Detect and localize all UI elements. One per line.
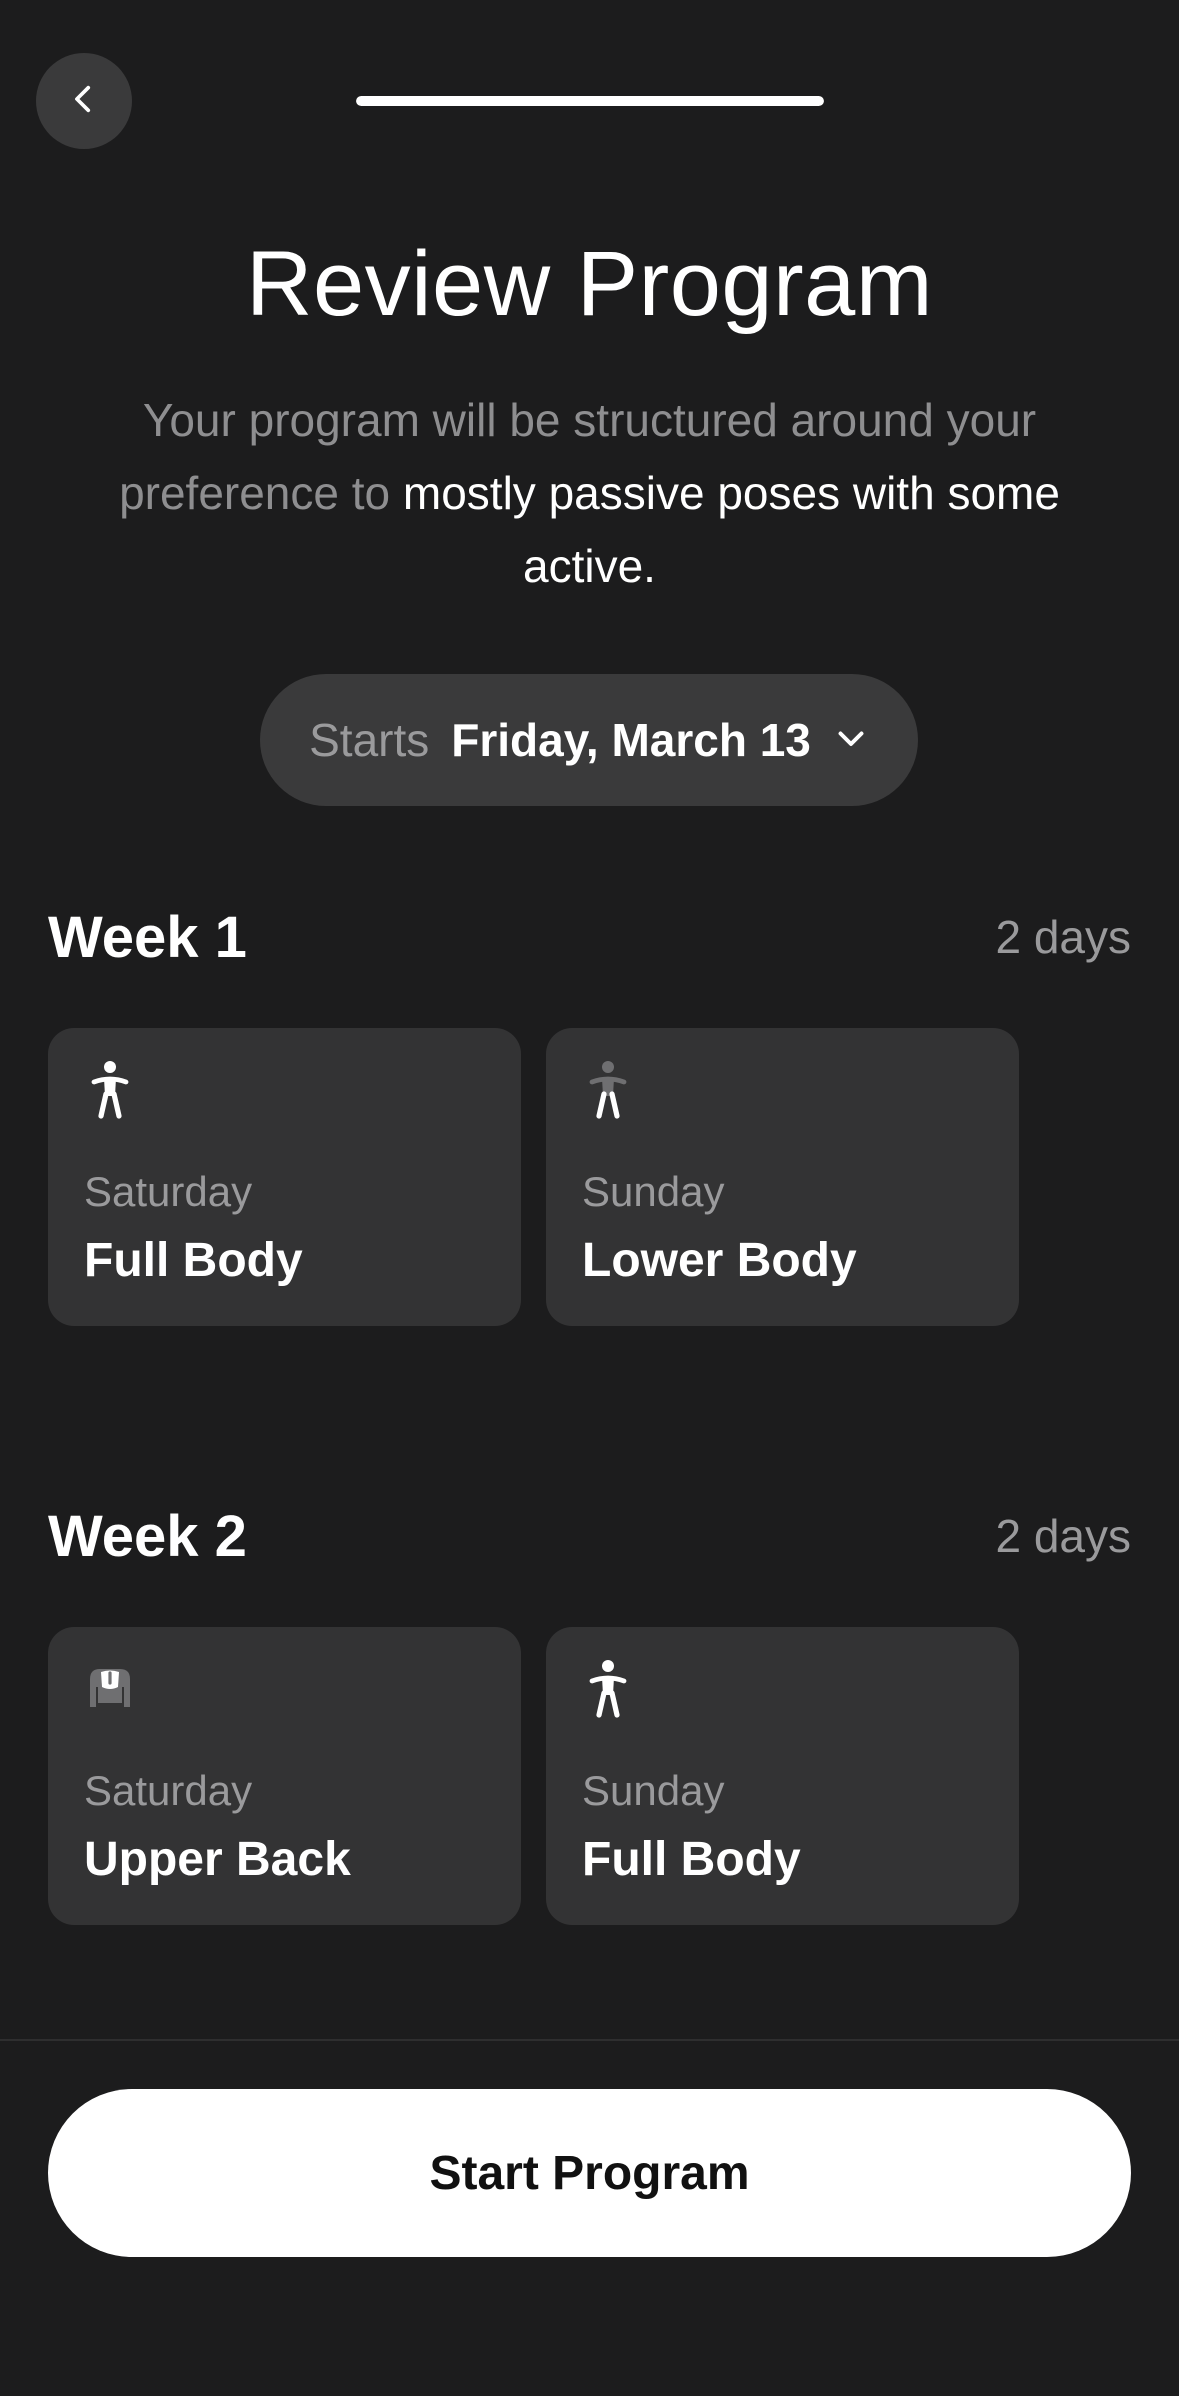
session-card-week2-saturday[interactable]: Saturday Upper Back xyxy=(48,1627,521,1925)
start-date-label: Starts xyxy=(309,714,430,766)
footer-divider xyxy=(0,2039,1179,2041)
full-body-icon xyxy=(582,1659,634,1719)
chevron-down-icon xyxy=(833,713,869,767)
chevron-left-icon xyxy=(67,82,101,121)
session-focus: Upper Back xyxy=(84,1833,351,1886)
session-day: Saturday xyxy=(84,1168,253,1215)
session-focus: Lower Body xyxy=(582,1234,857,1287)
session-card-week2-sunday[interactable]: Sunday Full Body xyxy=(546,1627,1019,1925)
session-day: Saturday xyxy=(84,1767,253,1814)
week-1-day-count: 2 days xyxy=(995,911,1131,963)
session-card-week1-saturday[interactable]: Saturday Full Body xyxy=(48,1028,521,1326)
progress-fill xyxy=(356,96,824,106)
session-card-week1-sunday[interactable]: Sunday Lower Body xyxy=(546,1028,1019,1326)
session-day: Sunday xyxy=(582,1168,725,1215)
start-date-selector[interactable]: Starts Friday, March 13 xyxy=(260,674,918,806)
start-date-value: Friday, March 13 xyxy=(451,714,811,766)
page-title: Review Program xyxy=(246,233,933,335)
week-2-title: Week 2 xyxy=(48,1504,247,1569)
full-body-icon xyxy=(84,1060,136,1120)
week-2-day-count: 2 days xyxy=(995,1510,1131,1562)
page-subtitle: Your program will be structured around y… xyxy=(60,384,1119,603)
session-day: Sunday xyxy=(582,1767,725,1814)
lower-body-icon xyxy=(582,1060,634,1120)
session-focus: Full Body xyxy=(84,1234,303,1287)
start-program-button[interactable]: Start Program xyxy=(48,2089,1131,2257)
week-1-title: Week 1 xyxy=(48,905,247,970)
progress-bar xyxy=(356,96,824,106)
upper-back-icon xyxy=(84,1659,136,1719)
session-focus: Full Body xyxy=(582,1833,801,1886)
subtitle-preference: mostly passive poses with some active. xyxy=(402,467,1060,592)
back-button[interactable] xyxy=(36,53,132,149)
